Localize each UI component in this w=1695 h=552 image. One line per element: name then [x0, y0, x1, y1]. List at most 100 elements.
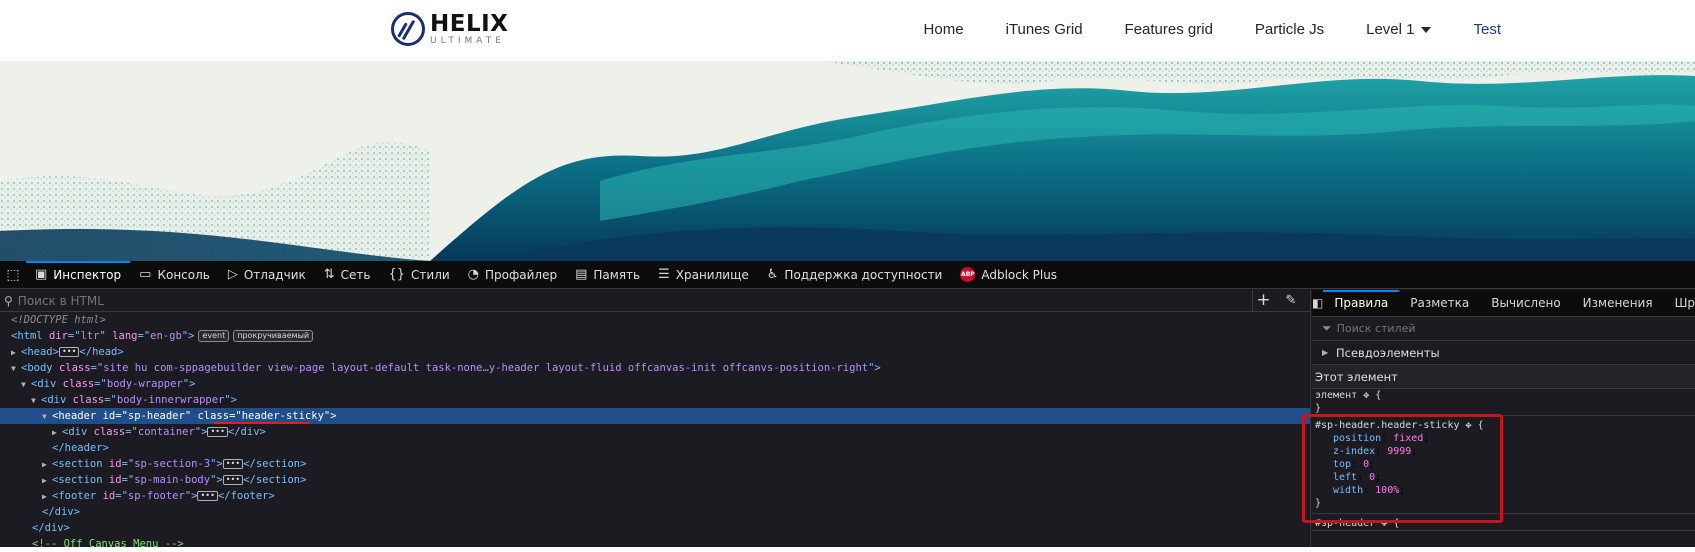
expand-arrow-icon[interactable]: ▶: [42, 457, 52, 473]
expand-arrow-icon[interactable]: ▶: [42, 489, 52, 505]
html-search-input[interactable]: [17, 293, 1218, 308]
logo-title: HELIX: [430, 10, 509, 37]
tree-row-div-close[interactable]: </div>: [0, 504, 1310, 520]
tab-console[interactable]: ▭ Консоль: [130, 261, 219, 289]
decl-z-index[interactable]: z-index: 9999;: [1315, 445, 1695, 458]
tab-changes[interactable]: Изменения: [1572, 290, 1664, 317]
tab-inspector[interactable]: ▣ Инспектор: [26, 260, 131, 289]
inspector-icon: ▣: [35, 267, 48, 282]
tab-accessibility[interactable]: ♿ Поддержка доступности: [758, 261, 952, 289]
rule-gear-icon[interactable]: ✥: [1363, 390, 1369, 401]
expand-arrow-icon[interactable]: ▶: [42, 473, 52, 489]
debugger-icon: ▷: [227, 267, 238, 282]
devtools-panel: ⬚ ▣ Инспектор ▭ Консоль ▷ Отладчик ⇅ Сеть {}…: [0, 260, 1695, 550]
tree-row-main-body[interactable]: ▶ <section id="sp-main-body"> ••• </section…: [0, 472, 1310, 488]
tab-profiler[interactable]: ◔ Профайлер: [459, 261, 566, 289]
expand-arrow-icon[interactable]: ▶: [52, 425, 62, 441]
profiler-icon: ◔: [467, 267, 480, 282]
memory-icon: ▤: [575, 267, 588, 282]
tree-row-header-close[interactable]: </header>: [0, 440, 1310, 456]
collapse-arrow-icon[interactable]: ▼: [21, 377, 31, 393]
nav-test[interactable]: Test: [1473, 21, 1501, 38]
tab-style-editor[interactable]: {} Стили: [379, 261, 458, 289]
styles-filter-bar: ⏷: [1312, 317, 1695, 341]
rules-sidebar: ◧ Правила Разметка Вычислено Изменения Ш…: [1312, 289, 1695, 547]
tree-row-comment[interactable]: <!-- Off Canvas Menu -->: [0, 536, 1310, 552]
collapse-arrow-icon[interactable]: ▼: [42, 409, 52, 425]
expand-arrow-icon: ▶: [1322, 348, 1329, 357]
styles-filter-input[interactable]: [1336, 322, 1482, 335]
tab-debugger[interactable]: ▷ Отладчик: [219, 261, 315, 289]
tab-adblock-plus[interactable]: ABP Adblock Plus: [951, 261, 1066, 289]
this-element-header: Этот элемент: [1312, 365, 1695, 389]
tree-row-doctype[interactable]: <!DOCTYPE html>: [0, 312, 1310, 328]
eyedropper-icon[interactable]: ✎: [1280, 290, 1302, 312]
nav-level-1[interactable]: Level 1: [1366, 21, 1432, 38]
element-rule[interactable]: элемент ✥ { }: [1312, 389, 1695, 416]
main-nav: Home iTunes Grid Features grid Particle …: [882, 21, 1501, 38]
search-icon: ⚲: [4, 293, 13, 308]
hero-wave-image: [0, 61, 1695, 261]
adblock-icon: ABP: [960, 267, 976, 282]
devtools-toolbar: ⬚ ▣ Инспектор ▭ Консоль ▷ Отладчик ⇅ Сеть {}…: [0, 260, 1695, 289]
scroll-badge[interactable]: прокручиваемый: [233, 330, 314, 342]
ellipsis-icon[interactable]: •••: [222, 475, 244, 485]
tree-row-container[interactable]: ▶ <div class="container"> ••• </div>: [0, 424, 1310, 440]
ellipsis-icon[interactable]: •••: [58, 347, 80, 357]
tab-memory[interactable]: ▤ Память: [566, 261, 649, 289]
rule-gear-icon[interactable]: ✥: [1381, 518, 1387, 529]
wave-illustration: [0, 61, 1695, 261]
event-badge[interactable]: event: [198, 330, 230, 342]
tree-row-body-innerwrapper[interactable]: ▼ <div class="body-innerwrapper">: [0, 392, 1310, 408]
markup-tree: <!DOCTYPE html> <html dir="ltr" lang="en…: [0, 312, 1310, 552]
decl-width[interactable]: width: 100%;: [1315, 484, 1695, 497]
ellipsis-icon[interactable]: •••: [197, 491, 218, 501]
sp-header-rule[interactable]: #sp-header ✥ {: [1312, 514, 1695, 531]
ellipsis-icon[interactable]: •••: [222, 459, 244, 469]
accessibility-icon: ♿: [766, 267, 779, 282]
tree-row-header-selected[interactable]: ▼ <header id="sp-header" class="header-st…: [0, 408, 1310, 424]
collapse-arrow-icon[interactable]: ▼: [11, 361, 21, 377]
add-node-icon[interactable]: +: [1252, 290, 1274, 312]
expand-arrow-icon[interactable]: ▶: [11, 345, 21, 361]
chevron-down-icon: [1421, 26, 1432, 33]
console-icon: ▭: [139, 267, 152, 282]
nav-features-grid[interactable]: Features grid: [1125, 21, 1213, 38]
tree-row-body[interactable]: ▼ <body class="site hu com-sppagebuilder …: [0, 360, 1310, 376]
filter-icon: ⏷: [1322, 321, 1332, 335]
rule-gear-icon[interactable]: ✥: [1466, 420, 1472, 431]
decl-top[interactable]: top: 0;: [1315, 458, 1695, 471]
element-picker-icon[interactable]: ⬚: [0, 261, 26, 289]
tab-storage[interactable]: ☰ Хранилище: [649, 261, 758, 289]
decl-position[interactable]: position: fixed;: [1315, 432, 1695, 445]
site-header: HELIX ULTIMATE Home iTunes Grid Features…: [0, 0, 1695, 61]
sidebar-tabs: ◧ Правила Разметка Вычислено Изменения Ш…: [1312, 289, 1695, 317]
style-editor-icon: {}: [388, 267, 406, 282]
tab-computed[interactable]: Вычислено: [1480, 290, 1571, 317]
pseudo-elements-toggle[interactable]: ▶ Псевдоэлементы: [1312, 341, 1695, 365]
tab-network[interactable]: ⇅ Сеть: [315, 261, 380, 289]
tree-row-section-3[interactable]: ▶ <section id="sp-section-3"> ••• </section…: [0, 456, 1310, 472]
tree-row-footer[interactable]: ▶ <footer id="sp-footer"> ••• </footer>: [0, 488, 1310, 504]
tree-row-body-wrapper[interactable]: ▼ <div class="body-wrapper">: [0, 376, 1310, 392]
tree-row-div-close[interactable]: </div>: [0, 520, 1310, 536]
decl-left[interactable]: left: 0;: [1315, 471, 1695, 484]
nav-level-1-label: Level 1: [1366, 21, 1415, 38]
network-icon: ⇅: [323, 267, 335, 282]
ellipsis-icon[interactable]: •••: [207, 427, 228, 437]
tab-fonts[interactable]: Шрифты: [1664, 290, 1695, 317]
site-logo[interactable]: HELIX ULTIMATE: [391, 12, 508, 46]
tree-row-html[interactable]: <html dir="ltr" lang="en-gb"> event прокру…: [0, 328, 1310, 344]
tree-row-head[interactable]: ▶ <head> ••• </head>: [0, 344, 1310, 360]
toggle-panel-icon[interactable]: ◧: [1312, 296, 1323, 310]
tab-rules[interactable]: Правила: [1323, 289, 1400, 317]
storage-icon: ☰: [658, 267, 670, 282]
html-search-bar: ⚲ + ✎: [0, 290, 1310, 312]
nav-particle-js[interactable]: Particle Js: [1255, 21, 1324, 38]
header-sticky-rule[interactable]: #sp-header.header-sticky ✥ { position: f…: [1312, 416, 1695, 514]
collapse-arrow-icon[interactable]: ▼: [31, 393, 41, 409]
tab-layout[interactable]: Разметка: [1399, 290, 1480, 317]
nav-itunes-grid[interactable]: iTunes Grid: [1006, 21, 1083, 38]
helix-logo-icon: [391, 12, 425, 46]
nav-home[interactable]: Home: [924, 21, 964, 38]
